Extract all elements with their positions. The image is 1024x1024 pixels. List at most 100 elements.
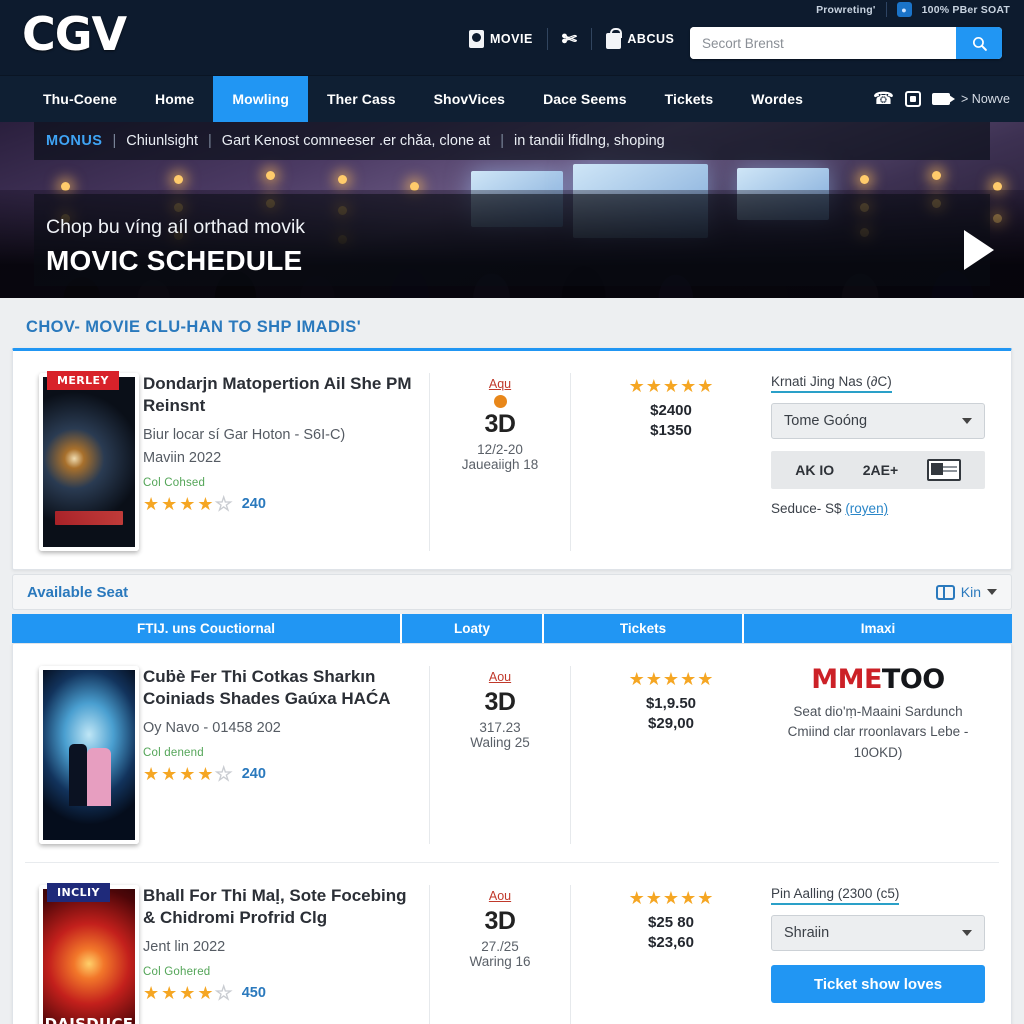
table-row[interactable]: INCLIY DAISDUCE Bhall For Thi Maḷ, Sote … (25, 862, 999, 1024)
movie-poster[interactable]: DAISDUCE (39, 885, 139, 1024)
seat-filter[interactable]: Kin (935, 584, 997, 600)
star-filled: ★ (662, 376, 680, 396)
format-detail-1: 12/2-20 (477, 442, 523, 457)
hero-subtitle: Chop bu víng aíl orthad movik (46, 216, 306, 238)
star-empty: ★ (215, 763, 232, 784)
search-bar[interactable] (690, 27, 1002, 59)
movie-poster[interactable] (39, 373, 139, 551)
rating-count: 240 (241, 495, 266, 512)
hero-strip-sep-3: | (500, 133, 504, 149)
payment-left-label: AK IO (795, 462, 835, 478)
star-filled: ★ (197, 493, 214, 514)
movie-title[interactable]: Dondarjn Matopertion Ail She PM Reinsnt (143, 373, 417, 418)
app-square-icon[interactable] (905, 91, 922, 107)
search-input[interactable] (690, 27, 956, 59)
payment-bar[interactable]: AK IO 2AE+ (771, 451, 985, 489)
star-filled: ★ (179, 493, 196, 514)
star-filled: ★ (197, 982, 214, 1003)
promo-title-black: TOO (881, 664, 945, 695)
rating-stars: ★ ★ ★ ★ ★ 240 (143, 763, 417, 784)
video-camera-icon[interactable] (932, 93, 956, 105)
main-navigation: Thu-Coene Home Mowling Ther Cass ShovVic… (0, 76, 1024, 122)
site-logo[interactable]: CGV (22, 7, 127, 61)
column-header-4[interactable]: Imaxi (744, 614, 1012, 643)
price-secondary: $29,00 (648, 715, 694, 732)
hero-strip-sep-2: | (208, 133, 212, 149)
seat-icon (935, 584, 955, 600)
column-header-2[interactable]: Loaty (402, 614, 544, 643)
utility-row: Prowreting' ● 100% PBer SOAT (816, 2, 1010, 17)
action-note-link[interactable]: (royen) (845, 501, 888, 516)
top-mid-links: MOVIE ✄ ABCUS (455, 27, 688, 50)
action-label: Krnati Jing Nas (∂C) (771, 374, 892, 393)
page-title: CHOV- MOVIE CLU-HAN TO SHP IMADIS' (26, 318, 362, 336)
availability-label: Col Cohsed (143, 476, 206, 489)
hero-strip-item-2[interactable]: Gart Kenost comneeser .er chǎa, clone at (222, 133, 490, 149)
poster-container[interactable]: MERLEY (25, 371, 143, 551)
format-detail-2: Jaueaiigh 18 (461, 457, 539, 472)
nav-item-home[interactable]: Home (136, 76, 213, 122)
phone-icon[interactable]: ☎ (873, 89, 894, 109)
star-filled: ★ (143, 493, 160, 514)
movie-ticket-icon (469, 30, 484, 48)
format-column: Aqu 3D 12/2-20 Jaueaiigh 18 (429, 373, 571, 551)
nav-item-thu-coene[interactable]: Thu-Coene (24, 76, 136, 122)
star-filled: ★ (143, 982, 160, 1003)
price-column: ★ ★ ★ ★ ★ $25 80 $23,60 (571, 885, 771, 951)
poster-container[interactable] (25, 666, 143, 844)
nav-item-dace-seems[interactable]: Dace Seems (524, 76, 646, 122)
showtime-select-value: Tome Goóng (784, 413, 868, 429)
top-link-scissors[interactable]: ✄ (548, 30, 592, 48)
chevron-down-icon (962, 418, 972, 424)
nav-item-shovvices[interactable]: ShovVices (415, 76, 524, 122)
star-empty: ★ (215, 982, 232, 1003)
column-header-3[interactable]: Tickets (544, 614, 744, 643)
table-row[interactable]: Cuḃè Fer Thi Cotkas Sharkın Coiniads Sha… (25, 644, 999, 862)
top-link-abcus[interactable]: ABCUS (592, 27, 688, 49)
showtime-select[interactable]: Tome Goóng (771, 403, 985, 439)
nav-item-tickets[interactable]: Tickets (646, 76, 733, 122)
price-secondary: $1350 (650, 422, 692, 439)
poster-caption: DAISDUCE (44, 1015, 134, 1024)
movie-title[interactable]: Cuḃè Fer Thi Cotkas Sharkın Coiniads Sha… (143, 666, 417, 711)
rating-count: 450 (241, 984, 266, 1001)
hero-banner: MONUS | Chiunlsight | Gart Kenost comnee… (0, 122, 1024, 298)
chevron-down-icon (987, 589, 997, 595)
nav-item-wordes[interactable]: Wordes (732, 76, 822, 122)
format-link[interactable]: Aou (430, 670, 570, 684)
nav-item-ther-cass[interactable]: Ther Cass (308, 76, 415, 122)
hero-strip-item-3[interactable]: in tandii lfidlng, shoping (514, 133, 665, 149)
star-filled: ★ (197, 763, 214, 784)
star-filled: ★ (645, 888, 662, 908)
top-link-movie[interactable]: MOVIE (455, 30, 547, 48)
hero-title: MOVIC SCHEDULE (46, 245, 303, 276)
format-column: Aou 3D 27./25 Waring 16 (429, 885, 571, 1024)
hero-strip-item-1[interactable]: Chiunlsight (126, 133, 198, 149)
column-header-1[interactable]: FTIJ. uns Couctiornal (12, 614, 402, 643)
format-type: 3D (484, 688, 516, 716)
search-button[interactable] (956, 27, 1002, 59)
payment-mid-label: 2AE+ (862, 462, 899, 478)
nav-right-label[interactable]: > Nowve (961, 92, 1010, 106)
movie-poster[interactable] (39, 666, 139, 844)
utility-left-label: Prowreting' (816, 3, 876, 16)
price-rating-stars: ★ ★ ★ ★ ★ (571, 377, 771, 395)
showtime-select[interactable]: Shraiin (771, 915, 985, 951)
format-link[interactable]: Aqu (430, 377, 570, 391)
table-row[interactable]: MERLEY Dondarjn Matopertion Ail She PM R… (25, 351, 999, 569)
poster-container[interactable]: INCLIY DAISDUCE (25, 883, 143, 1024)
movie-list-card-2: Cuḃè Fer Thi Cotkas Sharkın Coiniads Sha… (12, 643, 1012, 1024)
price-rating-stars: ★ ★ ★ ★ ★ (571, 889, 771, 907)
format-link[interactable]: Aou (430, 889, 570, 903)
play-triangle-icon[interactable] (964, 230, 994, 270)
price-primary: $2400 (650, 402, 692, 419)
content-area: CHOV- MOVIE CLU-HAN TO SHP IMADIS' MERLE… (0, 298, 1024, 1024)
book-ticket-button[interactable]: Ticket show loves (771, 965, 985, 1003)
top-link-movie-label: MOVIE (490, 32, 533, 46)
price-rating-stars: ★ ★ ★ ★ ★ (571, 670, 771, 688)
star-filled: ★ (179, 982, 196, 1003)
rating-stars: ★ ★ ★ ★ ★ 240 (143, 493, 417, 514)
format-type: 3D (484, 410, 516, 438)
nav-item-mowling[interactable]: Mowling (213, 76, 308, 122)
movie-title[interactable]: Bhall For Thi Maḷ, Sote Focebing & Chidr… (143, 885, 417, 930)
